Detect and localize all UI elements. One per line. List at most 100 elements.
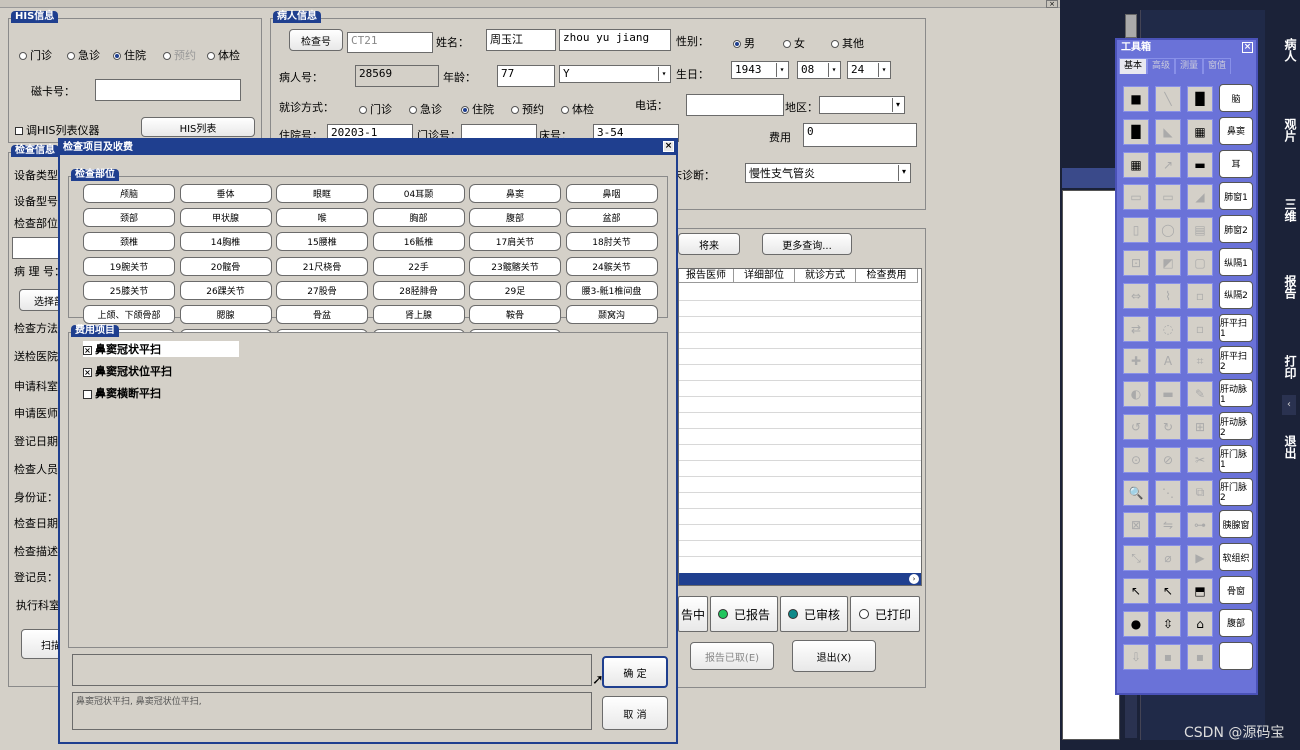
future-button[interactable]: 将来: [678, 233, 740, 255]
cancel-button[interactable]: 取 消: [602, 696, 668, 730]
part-button[interactable]: 鼻窦: [469, 184, 561, 203]
tool-icon[interactable]: ▭: [1123, 184, 1149, 211]
col-exam-fee[interactable]: 检查费用: [856, 269, 918, 283]
tool-icon[interactable]: ⇳: [1155, 610, 1181, 637]
birth-year-select[interactable]: 1943 ▾: [731, 61, 789, 79]
tool-icon[interactable]: ⌂: [1187, 610, 1213, 637]
part-button[interactable]: 25膝关节: [83, 280, 175, 300]
part-button[interactable]: 20髋骨: [179, 256, 272, 276]
close-icon[interactable]: ×: [663, 141, 674, 152]
part-button[interactable]: 骨盆: [276, 305, 368, 324]
viewport-scroll-top[interactable]: [1125, 14, 1137, 38]
tool-icon[interactable]: ✎: [1187, 381, 1213, 408]
tab-measure[interactable]: 测量: [1175, 58, 1204, 74]
window-preset-button[interactable]: 胰腺窗: [1219, 510, 1253, 539]
tool-icon[interactable]: ■: [1123, 86, 1149, 112]
tool-icon[interactable]: ◣: [1155, 118, 1181, 145]
part-button[interactable]: 腰3-骶1椎间盘: [565, 280, 658, 300]
tool-icon[interactable]: ⇄: [1123, 315, 1149, 342]
tab-advanced[interactable]: 高级: [1147, 58, 1176, 74]
tool-icon[interactable]: ⊙: [1123, 446, 1149, 473]
part-button[interactable]: 27股骨: [276, 280, 368, 300]
part-button[interactable]: 14胸椎: [179, 232, 272, 252]
window-preset-button[interactable]: 纵隔2: [1219, 280, 1253, 309]
tool-icon[interactable]: ✂: [1187, 446, 1213, 473]
tool-icon[interactable]: ▯: [1123, 217, 1149, 244]
card-input[interactable]: [95, 79, 241, 101]
age-input[interactable]: 77: [497, 65, 555, 87]
exam-no-input[interactable]: CT21: [347, 32, 433, 53]
gender-female[interactable]: 女: [783, 35, 805, 51]
part-button[interactable]: 颈部: [83, 208, 175, 228]
tool-icon[interactable]: ▪: [1155, 643, 1181, 670]
part-button[interactable]: 肾上腺: [372, 305, 465, 324]
visit-physical[interactable]: 体检: [561, 101, 594, 117]
grid-hscrollbar[interactable]: [679, 573, 921, 585]
tab-window[interactable]: 窗值: [1203, 58, 1232, 74]
birth-day-select[interactable]: 24 ▾: [847, 61, 891, 79]
his-radio-emergency[interactable]: 急诊: [67, 47, 100, 63]
tool-icon[interactable]: ✚: [1123, 348, 1149, 375]
diagnosis-select[interactable]: 慢性支气管炎 ▾: [745, 163, 911, 183]
phone-input[interactable]: [686, 94, 784, 116]
window-preset-button[interactable]: 肝门脉1: [1219, 444, 1253, 473]
part-button[interactable]: 04耳颞: [372, 184, 465, 203]
his-radio-inpatient[interactable]: 住院: [113, 47, 146, 63]
status-reported[interactable]: 已报告: [710, 596, 778, 632]
window-preset-button[interactable]: 鼻窦: [1219, 116, 1253, 145]
part-button[interactable]: 甲状腺: [179, 208, 272, 228]
tool-icon[interactable]: ⇩: [1123, 643, 1149, 670]
part-button[interactable]: 颞窝沟: [565, 305, 658, 324]
part-button[interactable]: 眼眶: [276, 184, 368, 203]
tool-icon[interactable]: ↗: [1155, 151, 1181, 178]
tool-icon[interactable]: ◩: [1155, 250, 1181, 276]
tool-icon[interactable]: ▐▌: [1123, 118, 1149, 145]
scroll-right-icon[interactable]: ›: [909, 574, 919, 584]
window-preset-button[interactable]: 肝门脉2: [1219, 477, 1253, 506]
col-detail-part[interactable]: 详细部位: [734, 269, 795, 283]
nav-3d[interactable]: 三维: [1270, 198, 1297, 222]
age-unit-select[interactable]: Y ▾: [559, 65, 671, 83]
tool-icon[interactable]: ⊠: [1123, 512, 1149, 539]
visit-emergency[interactable]: 急诊: [409, 101, 442, 117]
tool-icon[interactable]: ▫: [1187, 315, 1213, 342]
tool-icon[interactable]: ▦: [1123, 151, 1149, 178]
window-preset-button[interactable]: [1219, 641, 1253, 670]
col-visit-mode[interactable]: 就诊方式: [795, 269, 856, 283]
part-button[interactable]: 喉: [276, 208, 368, 228]
tool-icon[interactable]: ⊞: [1187, 414, 1213, 440]
window-preset-button[interactable]: 脑: [1219, 84, 1253, 112]
tool-icon[interactable]: ↻: [1155, 414, 1181, 440]
tool-icon[interactable]: ▦: [1187, 118, 1213, 145]
his-radio-physical[interactable]: 体检: [207, 47, 240, 63]
tool-icon[interactable]: ●: [1123, 610, 1149, 637]
tool-icon[interactable]: ◢: [1187, 184, 1213, 211]
toolbox-close-icon[interactable]: ×: [1242, 42, 1253, 53]
tool-icon[interactable]: ↺: [1123, 414, 1149, 440]
part-button[interactable]: 鞍骨: [469, 305, 561, 324]
window-preset-button[interactable]: 骨窗: [1219, 576, 1253, 604]
fee-item[interactable]: × 鼻窦冠状位平扫: [83, 363, 172, 379]
window-preset-button[interactable]: 肺窗1: [1219, 182, 1253, 211]
tool-icon[interactable]: ▭: [1155, 184, 1181, 211]
tool-icon[interactable]: ↖: [1155, 578, 1181, 604]
tool-icon[interactable]: ⋱: [1155, 479, 1181, 506]
his-list-checkbox[interactable]: 调HIS列表仪器: [15, 122, 100, 138]
ok-button[interactable]: 确 定: [602, 656, 668, 688]
part-button[interactable]: 24髌关节: [565, 256, 658, 276]
part-button[interactable]: 鼻咽: [565, 184, 658, 203]
nav-patient[interactable]: 病人: [1270, 38, 1297, 62]
part-button[interactable]: 26踝关节: [179, 280, 272, 300]
tool-icon[interactable]: ▶: [1187, 545, 1213, 572]
nav-print[interactable]: 打印: [1270, 355, 1297, 379]
part-button[interactable]: 19腕关节: [83, 256, 175, 276]
region-select[interactable]: ▾: [819, 96, 905, 114]
part-button[interactable]: 22手: [372, 256, 465, 276]
his-radio-outpatient[interactable]: 门诊: [19, 47, 52, 63]
tool-icon[interactable]: ▤: [1187, 217, 1213, 244]
tool-icon[interactable]: ╲: [1155, 86, 1181, 112]
visit-appointment[interactable]: 预约: [511, 101, 544, 117]
tool-icon[interactable]: ⊡: [1123, 250, 1149, 276]
tool-icon[interactable]: ↖: [1123, 578, 1149, 604]
part-button[interactable]: 16骶椎: [372, 232, 465, 252]
